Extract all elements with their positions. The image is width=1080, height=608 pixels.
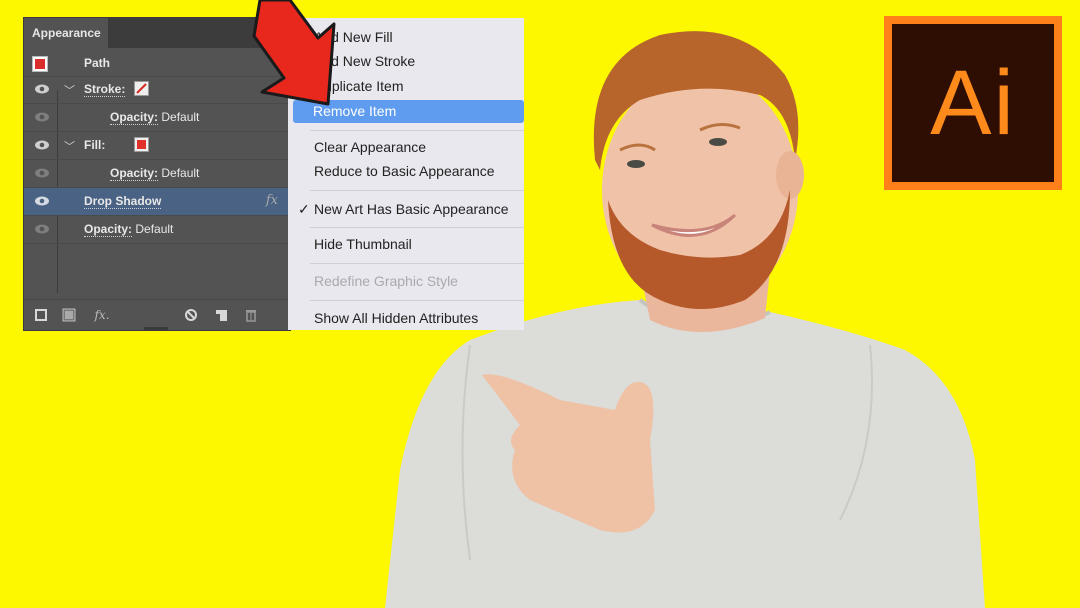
pointing-hand <box>482 374 655 533</box>
eye-icon[interactable] <box>34 195 50 207</box>
menu-separator <box>310 130 524 131</box>
fx-icon[interactable]: fx <box>266 193 278 208</box>
chevron-down-icon[interactable]: ﹀ <box>64 138 75 154</box>
menu-separator <box>310 263 524 264</box>
eye-icon[interactable] <box>34 111 50 123</box>
menu-item-redefine-graphic-style: Redefine Graphic Style <box>314 273 458 289</box>
menu-item-show-all-hidden-attributes[interactable]: Show All Hidden Attributes <box>294 307 524 330</box>
appearance-row-drop-shadow[interactable]: Drop Shadow fx <box>24 188 290 216</box>
add-stroke-icon[interactable] <box>34 308 48 322</box>
appearance-row-opacity[interactable]: Opacity: Default <box>24 216 290 244</box>
illustrator-logo-text: Ai <box>930 52 1016 154</box>
add-fill-icon[interactable] <box>62 308 76 322</box>
menu-separator <box>310 227 524 228</box>
opacity-label: Opacity: Default <box>84 222 174 237</box>
appearance-row-fill-opacity[interactable]: Opacity: Default <box>24 160 290 188</box>
resize-grip[interactable] <box>144 327 168 330</box>
eye-icon[interactable] <box>34 83 50 95</box>
duplicate-item-icon[interactable] <box>214 308 228 322</box>
illustrator-logo: Ai <box>884 16 1062 190</box>
eye-icon[interactable] <box>34 223 50 235</box>
menu-separator <box>310 190 524 191</box>
stroke-label[interactable]: Stroke: <box>84 82 126 97</box>
fill-swatch[interactable] <box>134 137 149 152</box>
panel-footer: fx. <box>24 299 290 330</box>
menu-item-hide-thumbnail[interactable]: Hide Thumbnail <box>294 233 524 256</box>
eye-icon[interactable] <box>34 139 50 151</box>
checkmark-icon: ✓ <box>298 201 310 217</box>
appearance-row-fill[interactable]: ﹀ Fill: <box>24 132 290 160</box>
sweater <box>385 300 985 608</box>
tab-appearance[interactable]: Appearance <box>24 18 108 48</box>
menu-item-clear-appearance[interactable]: Clear Appearance <box>294 136 524 159</box>
path-thumbnail <box>32 56 48 72</box>
drop-shadow-label: Drop Shadow <box>84 194 162 209</box>
stroke-swatch-none[interactable] <box>134 81 149 96</box>
menu-item-reduce-to-basic-appearance[interactable]: Reduce to Basic Appearance <box>294 160 524 183</box>
fx-icon[interactable]: fx. <box>90 308 114 322</box>
menu-item-new-art-has-basic-appearance[interactable]: ✓ New Art Has Basic Appearance <box>294 198 524 221</box>
opacity-label: Opacity: Default <box>110 110 200 125</box>
beard <box>608 190 790 309</box>
fill-label[interactable]: Fill: <box>84 138 105 152</box>
clear-appearance-icon[interactable] <box>184 308 198 322</box>
opacity-label: Opacity: Default <box>110 166 200 181</box>
face <box>602 72 798 308</box>
red-arrow-icon <box>252 0 336 106</box>
menu-separator <box>310 300 524 301</box>
target-label: Path <box>84 56 111 70</box>
trash-icon[interactable] <box>244 308 258 322</box>
chevron-down-icon[interactable]: ﹀ <box>64 82 75 98</box>
illustrator-logo-inner: Ai <box>892 24 1054 182</box>
hair <box>593 31 799 171</box>
eye-icon[interactable] <box>34 167 50 179</box>
